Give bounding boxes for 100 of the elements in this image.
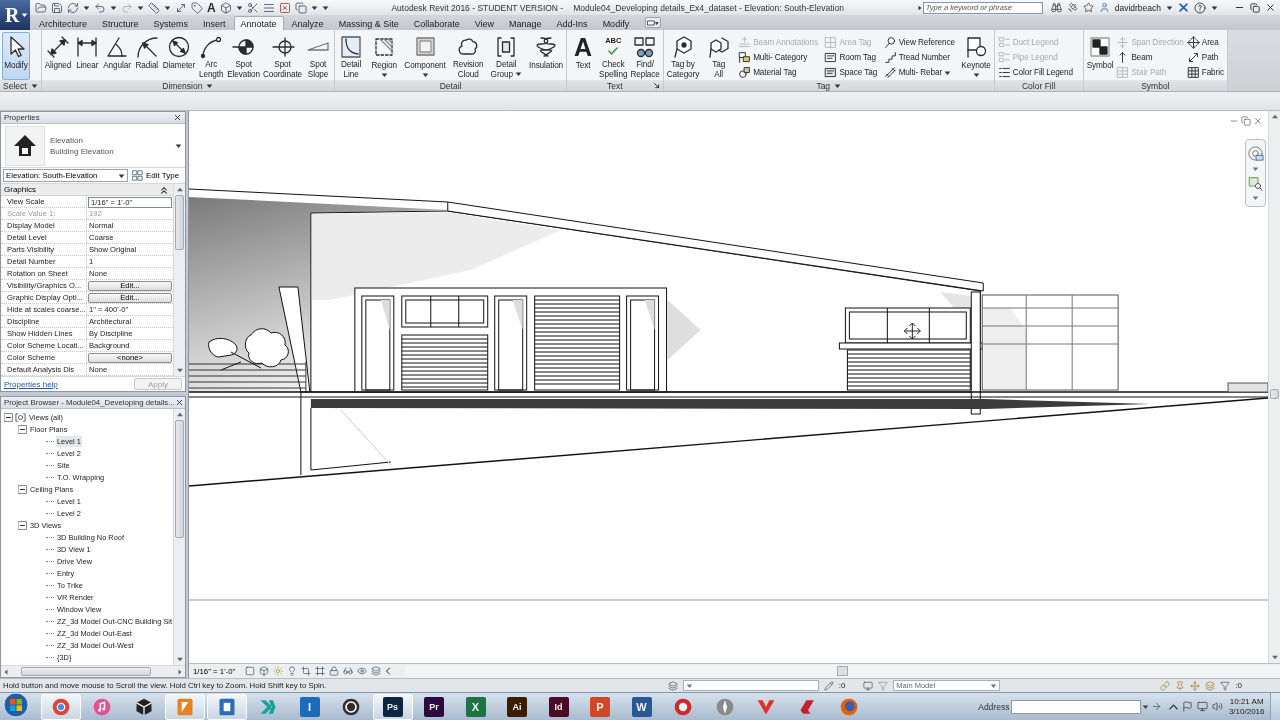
monitor-icon[interactable] bbox=[863, 680, 874, 691]
lightbulb-icon[interactable] bbox=[287, 666, 298, 676]
eye-icon[interactable] bbox=[357, 666, 368, 676]
text-tool-button[interactable]: A bbox=[207, 1, 216, 14]
properties-help-link[interactable]: Properties help bbox=[4, 379, 58, 389]
tool-button[interactable]: Revision Cloud bbox=[451, 32, 485, 80]
sun-icon[interactable] bbox=[273, 666, 284, 676]
scrollbar-thumb[interactable] bbox=[175, 420, 184, 538]
restore-icon[interactable] bbox=[1250, 2, 1260, 13]
clock[interactable]: 10:21 AM 3/10/2016 bbox=[1224, 696, 1269, 717]
scrollbar-thumb[interactable] bbox=[837, 666, 849, 676]
tool-button[interactable]: Modify bbox=[2, 32, 30, 80]
restore-icon[interactable] bbox=[1241, 116, 1251, 126]
tool-button[interactable]: Beam bbox=[1115, 50, 1185, 65]
scissors-icon[interactable] bbox=[246, 1, 259, 14]
save-icon[interactable] bbox=[51, 1, 63, 14]
tag-icon[interactable] bbox=[191, 1, 203, 14]
tool-button[interactable]: Material Tag bbox=[737, 65, 819, 80]
panel-title[interactable]: Select bbox=[3, 80, 27, 91]
layers-icon[interactable] bbox=[371, 666, 382, 676]
cube-icon[interactable] bbox=[259, 666, 270, 676]
tool-button[interactable]: Detail Group bbox=[489, 32, 523, 80]
vertical-scrollbar[interactable] bbox=[173, 184, 185, 376]
dialog-launcher-icon[interactable] bbox=[652, 82, 660, 89]
tool-button[interactable]: Insulation bbox=[528, 32, 565, 80]
tree-toggle-icon[interactable] bbox=[18, 520, 27, 530]
volume-icon[interactable] bbox=[1212, 701, 1224, 712]
glasses-icon[interactable] bbox=[343, 666, 354, 676]
tool-button[interactable]: Aligned bbox=[43, 32, 73, 80]
tree-toggle-icon[interactable] bbox=[4, 412, 13, 422]
layers-icon[interactable] bbox=[667, 680, 678, 691]
tool-button[interactable]: Region bbox=[370, 32, 399, 80]
ribbon-tab[interactable]: Annotate bbox=[233, 16, 284, 30]
ribbon-tab[interactable]: Massing & Site bbox=[331, 16, 406, 30]
filter-icon[interactable] bbox=[1220, 680, 1231, 691]
taskbar-app-button[interactable] bbox=[206, 693, 247, 720]
tool-button[interactable]: Space Tag bbox=[823, 65, 879, 80]
tool-button[interactable]: Spot Elevation bbox=[226, 32, 261, 80]
tool-button[interactable]: Angular bbox=[102, 32, 132, 80]
tool-button[interactable]: Tread Number bbox=[882, 50, 956, 65]
ribbon-tab[interactable]: Add-Ins bbox=[549, 16, 595, 30]
application-menu-button[interactable]: R bbox=[0, 0, 30, 30]
tool-button[interactable]: Component bbox=[403, 32, 447, 80]
scrollbar-thumb[interactable] bbox=[175, 195, 184, 250]
tool-button[interactable]: Linear bbox=[73, 32, 102, 80]
lock-icon[interactable] bbox=[329, 666, 340, 676]
ruler-icon[interactable] bbox=[148, 1, 160, 14]
vertical-scrollbar[interactable] bbox=[173, 409, 185, 665]
sync-icon[interactable] bbox=[67, 1, 79, 14]
satellite-icon[interactable] bbox=[1066, 2, 1078, 13]
tool-button[interactable]: Symbol bbox=[1085, 32, 1115, 80]
stacked-squares-icon[interactable] bbox=[294, 1, 307, 14]
steering-wheel-icon[interactable] bbox=[1247, 145, 1264, 162]
tool-button[interactable]: Keynote bbox=[960, 32, 992, 80]
type-selector[interactable]: Elevation Building Elevation bbox=[1, 124, 185, 168]
lines-icon[interactable] bbox=[262, 1, 275, 14]
chevron-left-icon[interactable] bbox=[385, 666, 392, 676]
chevron-up-icon[interactable] bbox=[1169, 702, 1179, 711]
tool-button[interactable]: Arc Length bbox=[197, 32, 226, 80]
crop-icon[interactable] bbox=[301, 666, 312, 676]
close-icon[interactable] bbox=[173, 113, 182, 122]
tool-button[interactable]: Spot Coordinate bbox=[262, 32, 304, 80]
tool-button[interactable]: Color Fill Legend bbox=[996, 65, 1074, 80]
workset-dropdown[interactable] bbox=[682, 680, 819, 691]
ribbon-tab[interactable]: View bbox=[467, 16, 502, 30]
taskbar-app-button[interactable]: Pr bbox=[414, 693, 454, 720]
user-name[interactable]: davidrbeach bbox=[1114, 2, 1161, 13]
ribbon-tab[interactable]: Architecture bbox=[32, 16, 95, 30]
help-icon[interactable] bbox=[1194, 1, 1206, 14]
horizontal-scrollbar[interactable] bbox=[405, 664, 1280, 678]
pencil-icon[interactable] bbox=[823, 680, 834, 691]
pin-icon[interactable] bbox=[1175, 680, 1186, 691]
tool-button[interactable]: Room Tag bbox=[823, 50, 879, 65]
square-icon[interactable] bbox=[245, 666, 256, 676]
tool-button[interactable]: A Text bbox=[569, 32, 598, 80]
tool-button[interactable]: Radial bbox=[132, 32, 161, 80]
tool-button[interactable]: Detail Line bbox=[337, 32, 366, 80]
taskbar-app-button[interactable]: P bbox=[580, 693, 620, 720]
cube-icon[interactable] bbox=[219, 1, 232, 14]
ribbon-tab[interactable]: Structure bbox=[95, 16, 146, 30]
tool-button[interactable]: Find/ Replace bbox=[629, 32, 661, 80]
taskbar-app-button[interactable]: Ps bbox=[372, 693, 413, 720]
binoculars-icon[interactable] bbox=[1050, 2, 1062, 13]
tool-button[interactable]: Spot Slope bbox=[304, 32, 333, 80]
taskbar-app-button[interactable]: I bbox=[289, 693, 330, 720]
panel-title[interactable]: Dimension bbox=[162, 80, 203, 91]
ribbon-tab[interactable]: Analyze bbox=[284, 16, 331, 30]
open-folder-icon[interactable] bbox=[35, 1, 47, 14]
scrollbar-thumb[interactable] bbox=[1270, 389, 1279, 399]
taskbar-app-button[interactable]: X bbox=[455, 693, 496, 720]
start-button[interactable] bbox=[3, 692, 29, 720]
star-icon[interactable] bbox=[1082, 2, 1094, 13]
ribbon-tab[interactable]: Collaborate bbox=[406, 16, 467, 30]
horizontal-scrollbar[interactable] bbox=[1, 665, 185, 677]
ribbon-tab[interactable]: Insert bbox=[196, 16, 233, 30]
taskbar-app-button[interactable]: Id bbox=[538, 693, 579, 720]
close-icon[interactable] bbox=[1265, 2, 1276, 13]
network-icon[interactable] bbox=[1197, 701, 1209, 712]
redo-icon[interactable] bbox=[121, 1, 133, 14]
flag-icon[interactable] bbox=[1182, 701, 1194, 712]
